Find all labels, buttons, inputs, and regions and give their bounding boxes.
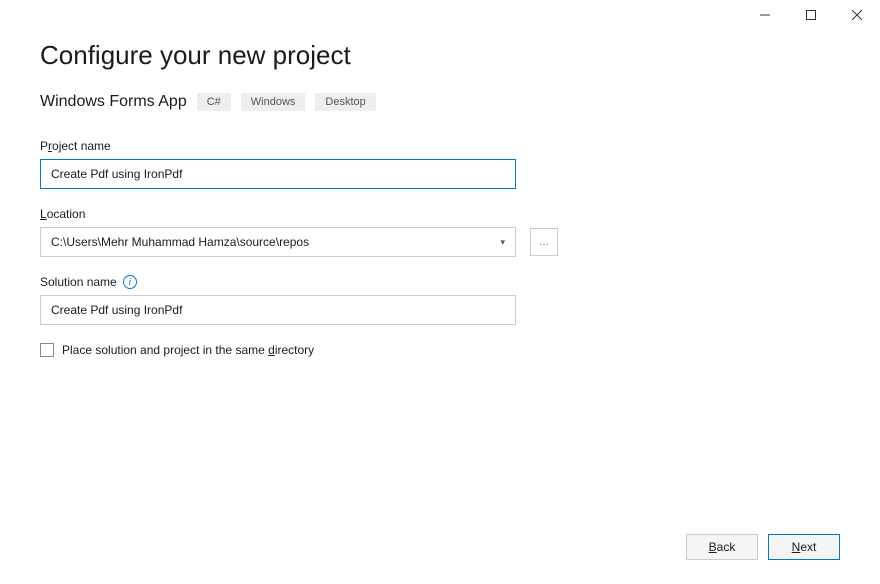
location-dropdown[interactable]: C:\Users\Mehr Muhammad Hamza\source\repo…: [40, 227, 516, 257]
subtitle-row: Windows Forms App C# Windows Desktop: [40, 93, 840, 111]
same-directory-label: Place solution and project in the same d…: [62, 343, 314, 357]
minimize-icon: [760, 10, 770, 20]
same-directory-checkbox[interactable]: [40, 343, 54, 357]
back-button[interactable]: Back: [686, 534, 758, 560]
solution-name-input[interactable]: [40, 295, 516, 325]
template-name: Windows Forms App: [40, 93, 187, 111]
solution-name-group: Solution name i: [40, 275, 840, 325]
tag-platform: Windows: [241, 93, 306, 111]
next-button[interactable]: Next: [768, 534, 840, 560]
location-group: Location C:\Users\Mehr Muhammad Hamza\so…: [40, 207, 840, 257]
location-value: C:\Users\Mehr Muhammad Hamza\source\repo…: [51, 235, 309, 249]
project-name-group: Project name: [40, 139, 840, 189]
maximize-icon: [806, 10, 816, 20]
solution-name-label: Solution name i: [40, 275, 840, 289]
main-content: Configure your new project Windows Forms…: [0, 0, 880, 357]
tag-language: C#: [197, 93, 231, 111]
footer-buttons: Back Next: [686, 534, 840, 560]
browse-button[interactable]: …: [530, 228, 558, 256]
tag-type: Desktop: [315, 93, 375, 111]
project-name-label: Project name: [40, 139, 840, 153]
minimize-button[interactable]: [742, 0, 788, 30]
close-button[interactable]: [834, 0, 880, 30]
page-title: Configure your new project: [40, 40, 840, 71]
ellipsis-icon: …: [539, 237, 549, 248]
location-label: Location: [40, 207, 840, 221]
close-icon: [852, 10, 862, 20]
info-icon[interactable]: i: [123, 275, 137, 289]
window-titlebar: [742, 0, 880, 30]
project-name-input[interactable]: [40, 159, 516, 189]
same-directory-row: Place solution and project in the same d…: [40, 343, 840, 357]
chevron-down-icon: ▾: [500, 237, 505, 248]
maximize-button[interactable]: [788, 0, 834, 30]
